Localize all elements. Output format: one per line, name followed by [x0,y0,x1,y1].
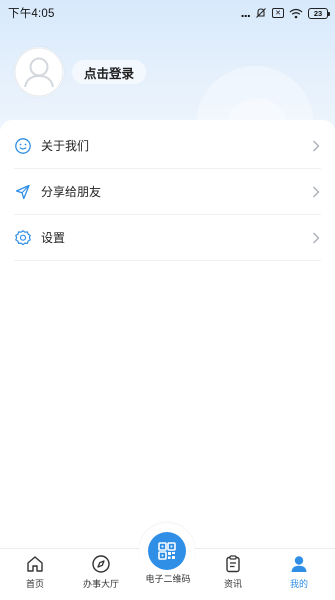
battery-icon: 23 [308,7,330,19]
menu-card: 关于我们 分享给朋友 设置 [0,120,335,550]
nav-label-qr-code[interactable]: 电子二维码 [137,572,199,585]
menu-item-label: 分享给朋友 [41,185,102,199]
nav-item-home[interactable]: 首页 [5,548,65,596]
more-dots-icon: ... [240,6,251,20]
home-icon [25,554,45,574]
status-icons: ... ✕ 23 [240,6,330,20]
nav-label: 资讯 [223,580,242,590]
nav-item-mine[interactable]: 我的 [269,548,329,596]
chevron-right-icon [311,185,321,199]
status-bar: 下午4:05 ... ✕ 23 [0,0,335,26]
gear-icon [14,229,32,247]
qr-code-button[interactable] [148,532,186,570]
menu-item-label: 设置 [41,231,66,245]
chevron-right-icon [311,231,321,245]
chevron-right-icon [311,139,321,153]
user-silhouette-icon [14,47,64,97]
login-button[interactable]: 点击登录 [72,60,147,84]
menu-item-share[interactable]: 分享给朋友 [14,169,321,215]
nav-label: 首页 [25,580,44,590]
menu-item-about-us[interactable]: 关于我们 [14,123,321,169]
nav-item-news[interactable]: 资讯 [203,548,263,596]
avatar[interactable] [14,47,64,97]
compass-icon [91,554,111,574]
sim-icon: ✕ [272,8,284,18]
nav-item-service-hall[interactable]: 办事大厅 [71,548,131,596]
menu-item-label: 关于我们 [41,139,90,153]
nav-label: 我的 [289,580,308,590]
nav-label: 办事大厅 [82,580,119,590]
qr-code-icon [158,542,176,560]
status-time: 下午4:05 [8,8,55,20]
menu-item-settings[interactable]: 设置 [14,215,321,261]
send-icon [14,183,32,201]
mute-icon [255,7,267,19]
clipboard-icon [223,554,243,574]
user-icon [289,554,309,574]
smile-icon [14,137,32,155]
wifi-icon [289,8,303,19]
